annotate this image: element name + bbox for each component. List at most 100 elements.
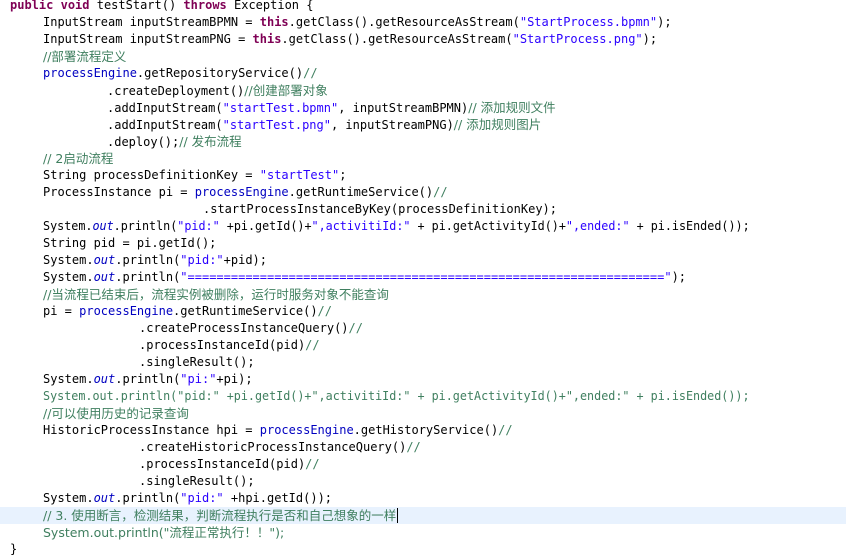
code-line-6: .createDeployment()//创建部署对象	[107, 82, 846, 99]
code-line-32: System.out.println("流程正常执行！！");	[43, 524, 846, 541]
string-literal: "pi:"	[180, 372, 217, 386]
static-field: out	[93, 491, 116, 505]
code-text: .createDeployment()	[107, 84, 245, 98]
code-line-7: .addInputStream("startTest.bpmn", inputS…	[107, 99, 846, 116]
code-line-24: System.out.println("pid:" +pi.getId()+",…	[43, 388, 846, 405]
code-text: HistoricProcessInstance hpi =	[43, 423, 260, 437]
commented-code: System.out.println("pid:" +pi.getId()+",…	[43, 389, 750, 403]
code-text: .getClass().getResourceAsStream(	[281, 32, 513, 46]
code-fit-group: System.out.println("pid:" +pi.getId()+",…	[43, 218, 750, 235]
text-cursor	[397, 508, 399, 523]
string-literal: "=======================================…	[180, 270, 672, 284]
string-literal: "startTest.bpmn"	[222, 101, 339, 115]
code-text: .processInstanceId(pid)	[139, 338, 306, 352]
code-line-33: }	[10, 541, 846, 558]
static-field: out	[93, 253, 116, 267]
code-line-1: public void testStart() throws Exception…	[10, 0, 846, 14]
code-text: .processInstanceId(pid)	[139, 457, 306, 471]
comment: //	[348, 321, 363, 335]
code-text: testStart()	[89, 0, 184, 12]
comment: // 2启动流程	[43, 151, 114, 166]
code-text: +pi);	[216, 372, 253, 386]
code-text: ProcessInstance pi =	[43, 185, 195, 199]
code-line-9: .deploy();// 发布流程	[107, 133, 846, 150]
comment: //	[317, 304, 332, 318]
comment: //	[305, 338, 320, 352]
code-text: .singleResult();	[139, 355, 255, 369]
comment: // 添加规则图片	[453, 117, 542, 132]
code-line-22: .singleResult();	[139, 354, 846, 371]
code-line-31-current[interactable]: // 3. 使用断言，检测结果，判断流程执行是否和自己想象的一样	[0, 507, 846, 524]
code-text: .getRuntimeService()	[173, 304, 318, 318]
comment: //创建部署对象	[244, 83, 328, 98]
code-line-11: String processDefinitionKey = "startTest…	[43, 167, 846, 184]
keyword: public	[10, 0, 54, 12]
code-text: pi =	[43, 304, 80, 318]
code-line-21: .processInstanceId(pid)//	[139, 337, 846, 354]
code-text: );	[671, 270, 687, 284]
code-text: String pid = pi.getId();	[43, 236, 217, 250]
comment: //	[305, 457, 320, 471]
code-text: InputStream inputStreamBPMN =	[43, 15, 260, 29]
field-reference: processEngine	[79, 304, 174, 318]
code-text: .createProcessInstanceQuery()	[139, 321, 349, 335]
code-text: .getHistoryService()	[353, 423, 499, 437]
code-text: +hpi.getId());	[223, 491, 333, 505]
field-reference: processEngine	[194, 185, 289, 199]
code-text: .addInputStream(	[107, 101, 223, 115]
comment: //当流程已结束后，流程实例被删除，运行时服务对象不能查询	[43, 287, 389, 302]
keyword: this	[259, 15, 289, 29]
code-line-10: // 2启动流程	[43, 150, 846, 167]
code-line-28: .processInstanceId(pid)//	[139, 456, 846, 473]
comment: // 添加规则文件	[468, 100, 556, 115]
code-line-8: .addInputStream("startTest.png", inputSt…	[107, 116, 846, 133]
string-literal: "startTest"	[259, 168, 340, 182]
static-field: out	[93, 372, 116, 386]
code-text: );	[657, 15, 672, 29]
code-text: .println(	[115, 253, 181, 267]
code-line-20: .createProcessInstanceQuery()//	[139, 320, 846, 337]
code-text: .startProcessInstanceByKey(processDefini…	[203, 202, 558, 216]
code-text: .println(	[115, 372, 181, 386]
keyword: this	[252, 32, 282, 46]
code-text: String processDefinitionKey =	[43, 168, 260, 182]
code-line-13: .startProcessInstanceByKey(processDefini…	[203, 201, 846, 218]
code-text: + pi.getActivityId()+	[410, 219, 566, 233]
code-text: System.	[43, 372, 94, 386]
code-line-23: System.out.println("pi:"+pi);	[43, 371, 846, 388]
code-line-29: .singleResult();	[139, 473, 846, 490]
code-text: System.	[43, 491, 94, 505]
code-text: );	[642, 32, 658, 46]
code-text: ;	[339, 168, 347, 182]
code-line-5: processEngine.getRepositoryService()//	[43, 65, 846, 82]
field-reference: processEngine	[43, 66, 137, 80]
code-line-3: InputStream inputStreamPNG = this.getCla…	[43, 31, 846, 48]
string-literal: "pid:"	[180, 253, 224, 267]
code-line-25: //可以使用历史的记录查询	[43, 405, 846, 422]
code-text: +pid);	[223, 253, 268, 267]
comment: //	[433, 185, 448, 199]
comment: // 发布流程	[179, 134, 242, 149]
commented-code: System.out.println("流程正常执行！！");	[43, 525, 285, 540]
keyword: void	[60, 0, 90, 12]
code-text: , inputStreamBPMN)	[338, 101, 469, 115]
code-text: .getClass().getResourceAsStream(	[288, 15, 520, 29]
code-line-16: System.out.println("pid:"+pid);	[43, 252, 846, 269]
string-literal: "StartProcess.png"	[512, 32, 643, 46]
keyword: throws	[183, 0, 227, 12]
string-literal: ",ended:"	[565, 219, 630, 233]
code-text: .println(	[113, 219, 178, 233]
string-literal: "pid:"	[180, 491, 224, 505]
comment: //	[406, 440, 421, 454]
code-text: System.	[43, 219, 93, 233]
code-text: InputStream inputStreamPNG =	[43, 32, 253, 46]
comment: //	[498, 423, 513, 437]
code-text: .createHistoricProcessInstanceQuery()	[139, 440, 407, 454]
code-text: .getRuntimeService()	[288, 185, 434, 199]
string-literal: "startTest.png"	[222, 118, 331, 132]
string-literal: "StartProcess.bpmn"	[519, 15, 658, 29]
code-text: .println(	[115, 270, 181, 284]
code-editor[interactable]: public void testStart() throws Exception…	[0, 0, 846, 559]
code-line-19: pi = processEngine.getRuntimeService()//	[43, 303, 846, 320]
closing-brace: }	[10, 542, 18, 556]
